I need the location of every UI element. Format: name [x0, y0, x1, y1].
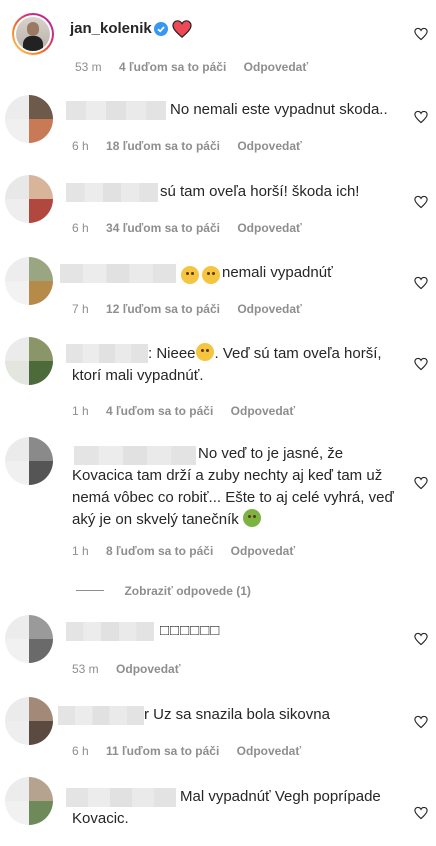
- comment-item: r Uz sa snazila bola sikovna 6 h 11 ľuďo…: [0, 697, 436, 762]
- comment-meta: 53 m Odpovedať: [72, 662, 194, 676]
- like-heart-icon[interactable]: [414, 195, 428, 209]
- like-heart-icon[interactable]: [414, 476, 428, 490]
- view-replies-button[interactable]: Zobraziť odpovede (1): [76, 582, 251, 600]
- comment-likes[interactable]: 8 ľuďom sa to páči: [106, 544, 213, 558]
- comment-text-line2: ktorí mali vypadnúť.: [72, 367, 204, 384]
- reply-button[interactable]: Odpovedať: [231, 404, 295, 418]
- comment-meta: 7 h 12 ľuďom sa to páči Odpovedať: [72, 302, 316, 316]
- caption-reply-button[interactable]: Odpovedať: [244, 60, 308, 74]
- username-redacted[interactable]: [66, 344, 148, 363]
- comment-item: sú tam oveľa horší! škoda ich! 6 h 34 ľu…: [0, 175, 436, 240]
- reply-button[interactable]: Odpovedať: [237, 221, 301, 235]
- username-redacted[interactable]: [66, 183, 158, 202]
- avatar[interactable]: [5, 95, 53, 143]
- reply-button[interactable]: Odpovedať: [237, 744, 301, 758]
- comment-likes[interactable]: 11 ľuďom sa to páči: [106, 744, 219, 758]
- comment-text-line2: Kovacic.: [72, 810, 129, 827]
- comment-likes[interactable]: 34 ľuďom sa to páči: [106, 221, 220, 235]
- comment-text-part: . Veď sú tam oveľa horší,: [214, 345, 382, 362]
- comment-text: sú tam oveľa horší! škoda ich!: [160, 183, 360, 200]
- avatar[interactable]: [5, 257, 53, 305]
- red-heart-icon: [172, 20, 192, 38]
- like-heart-icon[interactable]: [414, 632, 428, 646]
- username-redacted[interactable]: [74, 446, 196, 465]
- comment-item: nemali vypadnúť 7 h 12 ľuďom sa to páči …: [0, 257, 436, 322]
- author-avatar[interactable]: [12, 13, 54, 55]
- comment-meta: 6 h 11 ľuďom sa to páči Odpovedať: [72, 744, 315, 758]
- comment-item: No veď to je jasné, že Kovacica tam drží…: [0, 437, 436, 600]
- sad-face-emoji-icon: [195, 343, 214, 361]
- reply-button[interactable]: Odpovedať: [237, 139, 301, 153]
- comment-likes[interactable]: 4 ľuďom sa to páči: [106, 404, 213, 418]
- comment-text-part: : Nieee: [148, 345, 196, 362]
- comment-text-line2: Kovacica tam drží a zuby nechty aj keď t…: [72, 467, 383, 484]
- like-heart-icon[interactable]: [414, 276, 428, 290]
- comment-time: 53 m: [72, 662, 99, 676]
- reply-button[interactable]: Odpovedať: [116, 662, 180, 676]
- comment-text-line3: nemá vôbec co robiť... Ešte to aj celé v…: [72, 489, 394, 506]
- comment-text: No nemali este vypadnut skoda..: [170, 101, 388, 118]
- username-redacted[interactable]: [66, 101, 166, 120]
- comment-text-line4: aký je on skvelý tanečník: [72, 509, 262, 531]
- caption-meta: 53 m 4 ľuďom sa to páči Odpovedať: [75, 60, 322, 74]
- sad-face-emoji-icon: [181, 266, 199, 284]
- like-heart-icon[interactable]: [414, 357, 428, 371]
- comment-likes[interactable]: 12 ľuďom sa to páči: [106, 302, 220, 316]
- comment-text: r Uz sa snazila bola sikovna: [144, 706, 330, 723]
- comment-time: 1 h: [72, 544, 89, 558]
- view-replies-label: Zobraziť odpovede (1): [124, 584, 251, 598]
- comment-item: □□□□□□ 53 m Odpovedať: [0, 615, 436, 680]
- comment-text-part: aký je on skvelý tanečník: [72, 511, 239, 528]
- username-redacted[interactable]: [66, 622, 154, 641]
- comment-text: : Nieee . Veď sú tam oveľa horší,: [148, 343, 408, 365]
- username-redacted[interactable]: [66, 788, 176, 807]
- caption-time: 53 m: [75, 60, 102, 74]
- like-heart-icon[interactable]: [414, 715, 428, 729]
- comment-time: 1 h: [72, 404, 89, 418]
- comment-item: : Nieee . Veď sú tam oveľa horší, ktorí m…: [0, 337, 436, 422]
- username-redacted[interactable]: [58, 706, 144, 725]
- avatar[interactable]: [5, 777, 53, 825]
- comment-time: 6 h: [72, 221, 89, 235]
- avatar[interactable]: [5, 615, 53, 663]
- like-heart-icon[interactable]: [414, 110, 428, 124]
- comment-time: 6 h: [72, 744, 89, 758]
- comment-text-line1: Mal vypadnúť Vegh poprípade: [180, 788, 381, 805]
- comment-time: 6 h: [72, 139, 89, 153]
- comment-meta: 6 h 34 ľuďom sa to páči Odpovedať: [72, 221, 316, 235]
- verified-badge-icon: [154, 22, 168, 36]
- like-heart-icon[interactable]: [414, 806, 428, 820]
- author-username[interactable]: jan_kolenik: [70, 20, 152, 37]
- sick-face-emoji-icon: [242, 509, 261, 527]
- comment-meta: 1 h 4 ľuďom sa to páči Odpovedať: [72, 404, 309, 418]
- comment-item: Mal vypadnúť Vegh poprípade Kovacic.: [0, 777, 436, 846]
- comment-likes[interactable]: 18 ľuďom sa to páči: [106, 139, 220, 153]
- comment-meta: 6 h 18 ľuďom sa to páči Odpovedať: [72, 139, 316, 153]
- reply-button[interactable]: Odpovedať: [231, 544, 295, 558]
- comment-time: 7 h: [72, 302, 89, 316]
- caption-likes[interactable]: 4 ľuďom sa to páči: [119, 60, 226, 74]
- view-replies-line: [76, 590, 104, 592]
- avatar[interactable]: [5, 697, 53, 745]
- comment-item: No nemali este vypadnut skoda.. 6 h 18 ľ…: [0, 95, 436, 160]
- avatar[interactable]: [5, 337, 53, 385]
- comment-text: nemali vypadnúť: [222, 264, 333, 281]
- caption: jan_kolenik 53 m 4 ľuďom sa to páči Odpo…: [0, 0, 436, 80]
- avatar[interactable]: [5, 175, 53, 223]
- sad-face-emoji-icon: [202, 266, 220, 284]
- username-redacted[interactable]: [60, 264, 176, 283]
- like-heart-icon[interactable]: [414, 27, 428, 41]
- comment-text-line1: No veď to je jasné, že: [198, 445, 344, 462]
- reply-button[interactable]: Odpovedať: [237, 302, 301, 316]
- comment-text: □□□□□□: [160, 622, 221, 639]
- comment-meta: 1 h 8 ľuďom sa to páči Odpovedať: [72, 544, 309, 558]
- avatar[interactable]: [5, 437, 53, 485]
